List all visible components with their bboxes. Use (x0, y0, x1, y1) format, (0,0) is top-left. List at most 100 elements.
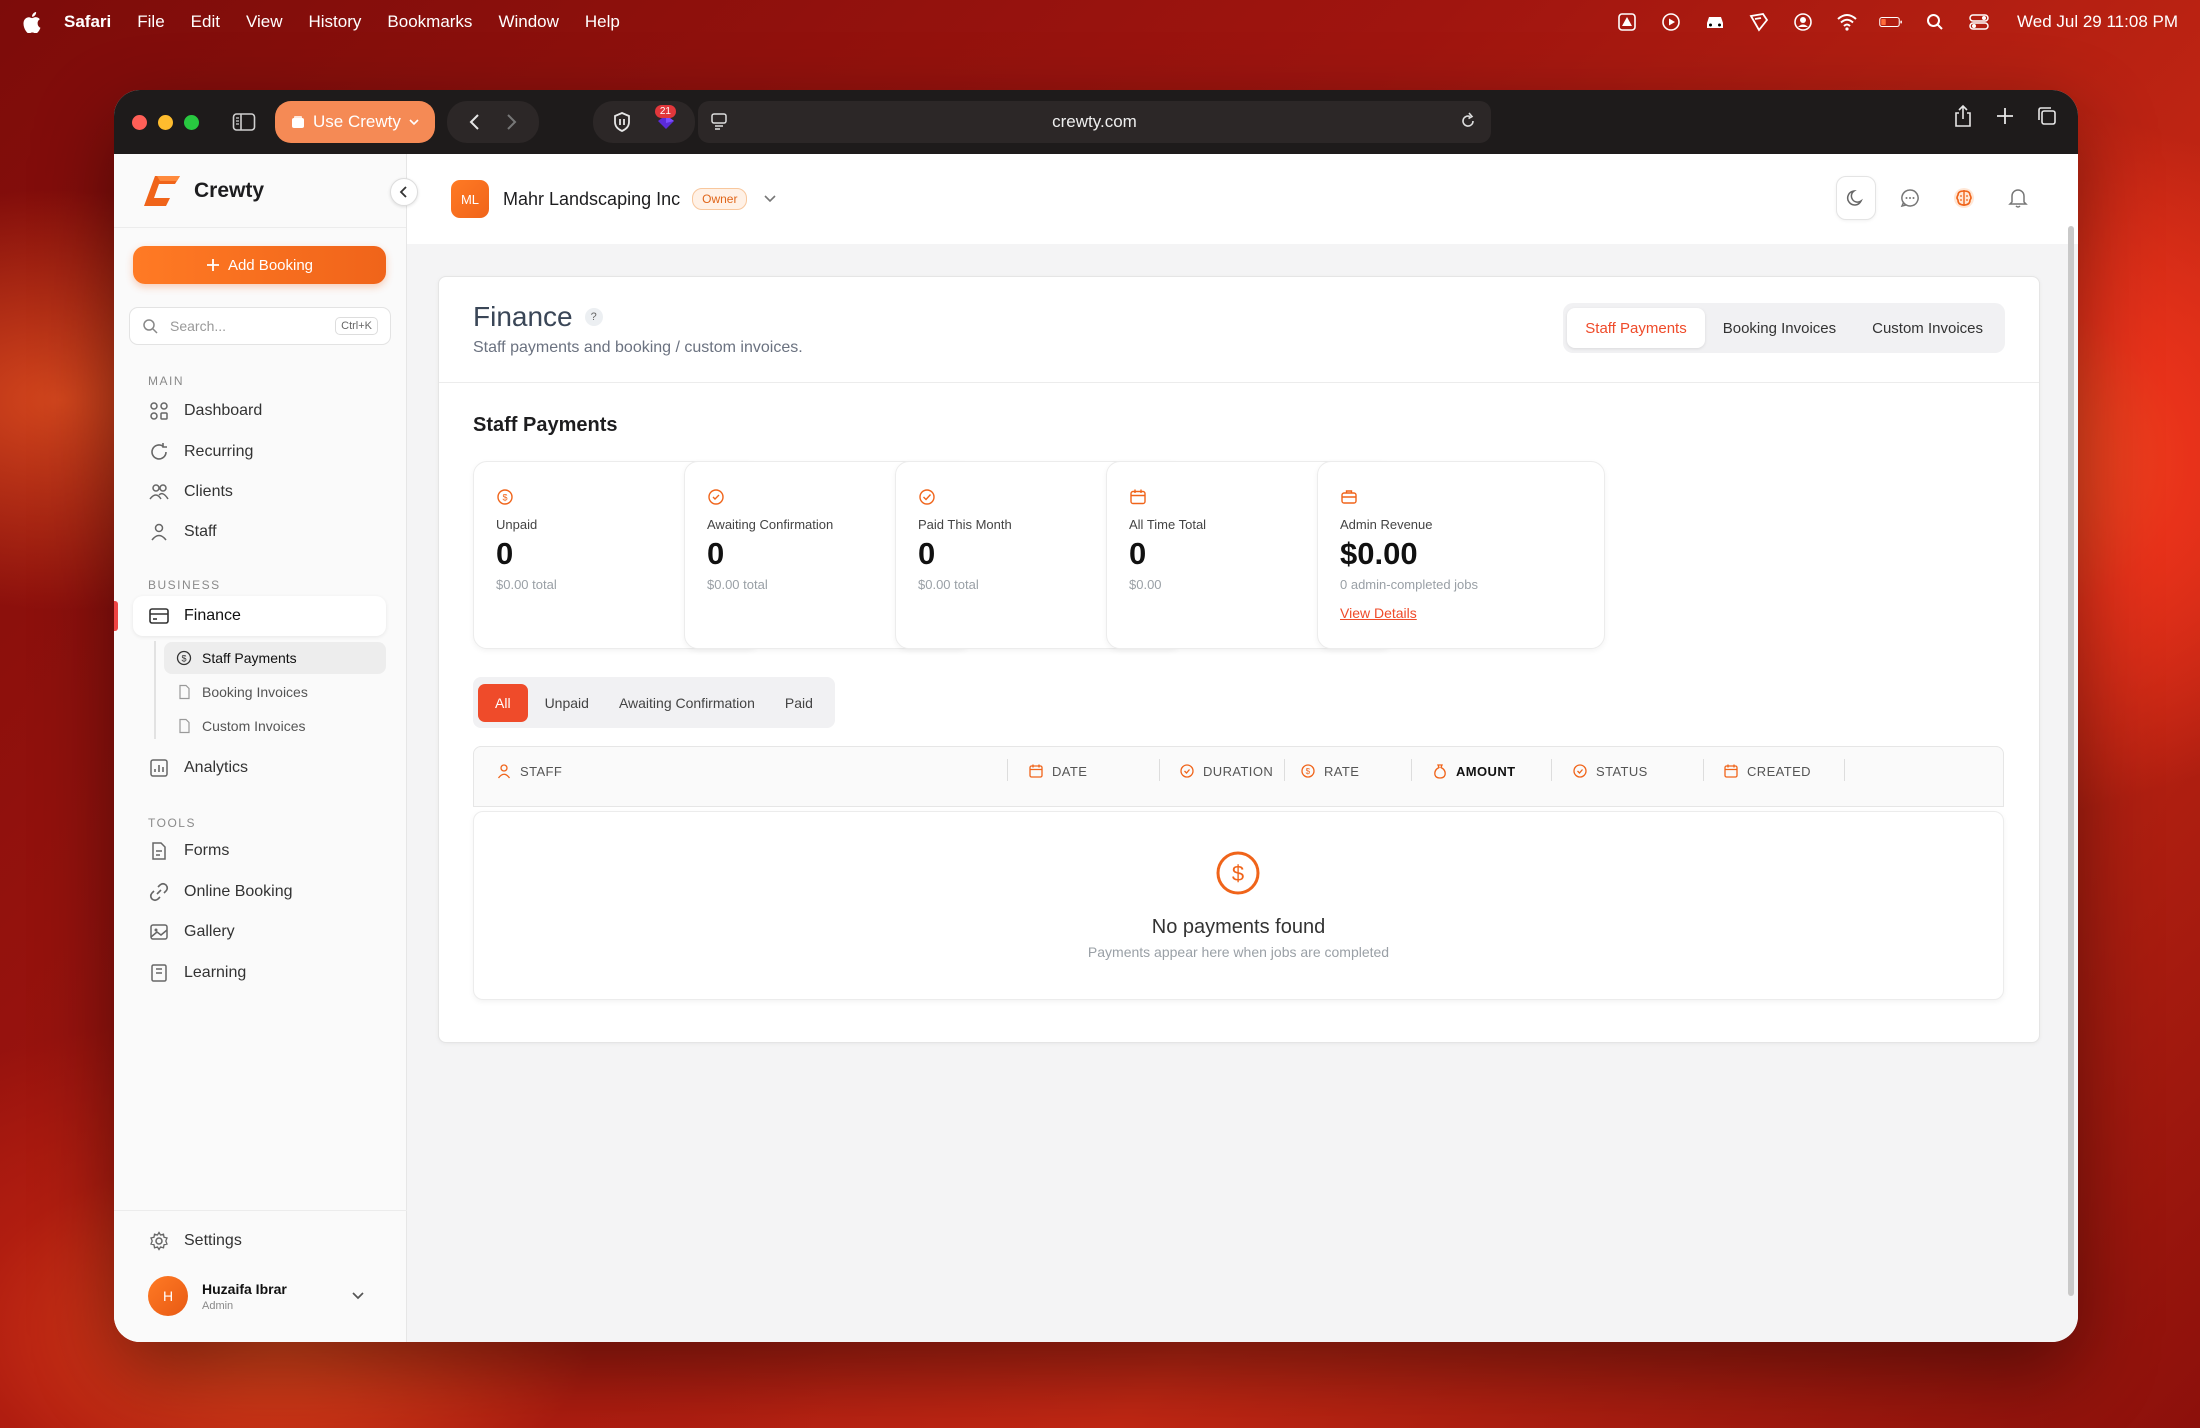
check-circle-icon (918, 488, 936, 506)
sidebar-item-settings[interactable]: Settings (148, 1230, 242, 1252)
calendar-icon (1129, 488, 1147, 506)
share-icon[interactable] (1946, 101, 1980, 131)
column-rate[interactable]: $ RATE (1300, 747, 1359, 795)
sidebar-item-dashboard[interactable]: Dashboard (148, 400, 262, 422)
close-window-button[interactable] (132, 114, 147, 130)
column-status[interactable]: STATUS (1572, 747, 1648, 795)
minimize-window-button[interactable] (158, 114, 173, 130)
menu-file[interactable]: File (137, 12, 164, 32)
stat-card-admin-revenue: Admin Revenue $0.00 0 admin-completed jobs… (1317, 461, 1605, 649)
stat-value: 0 (707, 536, 725, 571)
page-scrollbar[interactable] (2068, 226, 2074, 1296)
menu-help[interactable]: Help (585, 12, 620, 32)
menu-bookmarks[interactable]: Bookmarks (387, 12, 472, 32)
help-button[interactable]: ? (584, 308, 603, 326)
bell-icon (2008, 187, 2028, 209)
user-circle-icon[interactable] (1791, 11, 1815, 33)
column-amount[interactable]: AMOUNT (1432, 747, 1515, 795)
column-divider (1159, 759, 1160, 781)
macos-menubar: Safari File Edit View History Bookmarks … (0, 0, 2200, 44)
notifications-button[interactable] (1998, 176, 2038, 220)
column-date[interactable]: DATE (1028, 747, 1087, 795)
column-label: DATE (1052, 763, 1088, 779)
stat-value: 0 (918, 536, 936, 571)
column-divider (1703, 759, 1704, 781)
sidebar-subitem-label: Custom Invoices (202, 718, 306, 734)
dark-mode-toggle[interactable] (1836, 176, 1876, 220)
ai-brain-button[interactable] (1944, 176, 1984, 220)
filter-paid[interactable]: Paid (772, 684, 826, 722)
address-bar[interactable]: crewty.com (698, 101, 1491, 143)
sidebar-item-forms[interactable]: Forms (148, 840, 229, 862)
tab-group-button[interactable]: Use Crewty (275, 101, 435, 143)
org-switcher-chevron-icon[interactable] (763, 194, 777, 204)
calendar-icon (1723, 763, 1739, 779)
new-tab-icon[interactable] (1988, 101, 2022, 131)
view-details-link[interactable]: View Details (1340, 605, 1417, 621)
reload-icon[interactable] (1459, 111, 1477, 131)
messages-button[interactable] (1890, 176, 1930, 220)
sidebar-item-gallery[interactable]: Gallery (148, 921, 235, 943)
sidebar-item-learning[interactable]: Learning (148, 962, 246, 984)
column-created[interactable]: CREATED (1723, 747, 1811, 795)
add-booking-button[interactable]: Add Booking (133, 246, 386, 284)
sidebar-item-recurring[interactable]: Recurring (148, 441, 253, 463)
sidebar-item-clients[interactable]: Clients (148, 481, 233, 503)
page-menu-icon[interactable] (710, 111, 728, 131)
wifi-icon[interactable] (1835, 11, 1859, 33)
forward-button[interactable] (495, 107, 529, 137)
car-icon[interactable] (1703, 11, 1727, 33)
filter-all[interactable]: All (478, 683, 528, 722)
url-text: crewty.com (1052, 112, 1137, 131)
sidebar-item-staff[interactable]: Staff (148, 521, 217, 543)
empty-state: $ No payments found Payments appear here w… (473, 811, 2004, 1000)
spotlight-search-icon[interactable] (1923, 11, 1947, 33)
sidebar-item-label: Dashboard (184, 402, 263, 419)
org-name[interactable]: Mahr Landscaping Inc (503, 189, 680, 210)
user-profile-menu[interactable]: H Huzaifa Ibrar Admin (148, 1276, 365, 1316)
org-avatar[interactable]: ML (451, 180, 489, 218)
sidebar-item-online-booking[interactable]: Online Booking (148, 881, 293, 903)
column-staff[interactable]: STAFF (496, 747, 562, 795)
menu-edit[interactable]: Edit (191, 12, 220, 32)
apple-icon[interactable] (22, 11, 42, 33)
sidebar-item-analytics[interactable]: Analytics (148, 757, 248, 779)
play-circle-icon[interactable] (1659, 11, 1683, 33)
tab-staff-payments[interactable]: Staff Payments (1567, 308, 1705, 348)
brand[interactable]: Crewty (114, 154, 406, 228)
user-name: Huzaifa Ibrar (202, 1280, 287, 1297)
menubar-clock[interactable]: Wed Jul 29 11:08 PM (2017, 12, 2178, 32)
collapse-sidebar-button[interactable] (390, 178, 418, 206)
search-placeholder: Search... (170, 318, 227, 334)
menu-view[interactable]: View (246, 12, 283, 32)
filter-awaiting-confirmation[interactable]: Awaiting Confirmation (606, 684, 768, 722)
shield-ext-icon[interactable] (1747, 11, 1771, 33)
window-controls (132, 114, 199, 130)
search-input[interactable]: Search... Ctrl+K (129, 307, 391, 345)
column-duration[interactable]: DURATION (1179, 747, 1273, 795)
sidebar-footer-divider (114, 1210, 407, 1211)
menu-history[interactable]: History (309, 12, 362, 32)
menu-app-name[interactable]: Safari (64, 12, 111, 32)
tab-booking-invoices[interactable]: Booking Invoices (1705, 308, 1854, 348)
sidebar-subitem-booking-invoices[interactable]: Booking Invoices (164, 676, 386, 708)
back-button[interactable] (457, 107, 491, 137)
role-badge: Owner (692, 188, 748, 210)
privacy-shield-icon[interactable] (605, 107, 639, 137)
tab-overview-icon[interactable] (2030, 101, 2064, 131)
svg-text:$: $ (502, 493, 507, 503)
warning-icon[interactable] (1615, 11, 1639, 33)
sidebar-subitem-staff-payments[interactable]: $ Staff Payments (164, 642, 386, 674)
zoom-window-button[interactable] (184, 114, 199, 130)
money-bag-icon (1432, 763, 1448, 779)
sidebar-item-finance[interactable]: Finance (133, 596, 386, 636)
column-label: RATE (1324, 763, 1360, 779)
battery-icon[interactable] (1879, 11, 1903, 33)
menu-window[interactable]: Window (498, 12, 558, 32)
control-center-icon[interactable] (1967, 11, 1991, 33)
dollar-circle-icon: $ (496, 488, 514, 506)
filter-unpaid[interactable]: Unpaid (532, 684, 602, 722)
sidebar-toggle-icon[interactable] (227, 107, 261, 137)
sidebar-subitem-custom-invoices[interactable]: Custom Invoices (164, 710, 386, 742)
tab-custom-invoices[interactable]: Custom Invoices (1854, 308, 2001, 348)
